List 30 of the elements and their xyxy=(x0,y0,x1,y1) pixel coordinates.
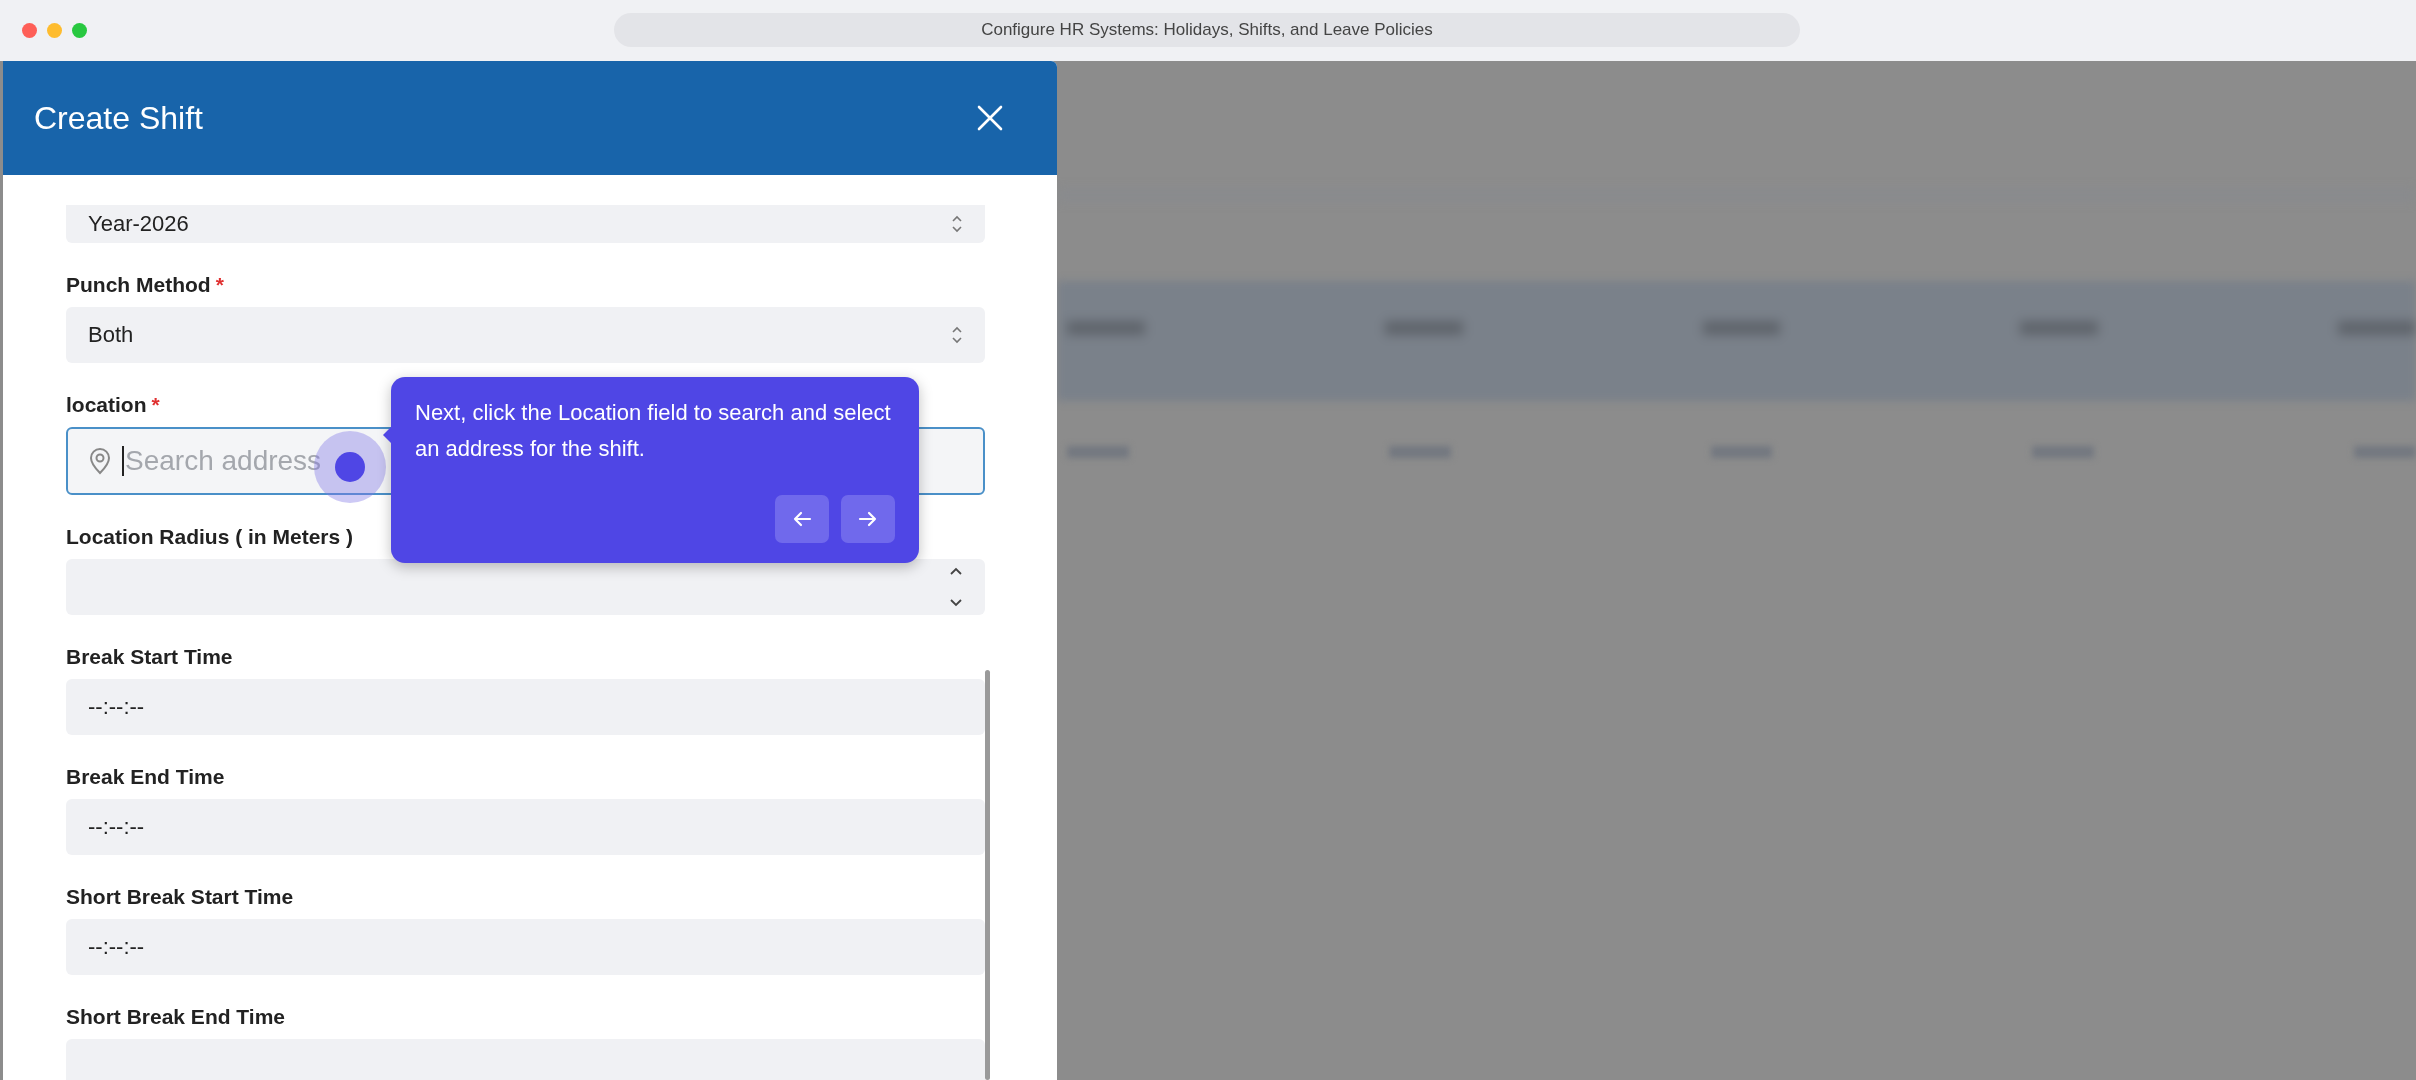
field-label: Punch Method * xyxy=(66,273,224,297)
field-label: location * xyxy=(66,393,160,417)
number-field[interactable] xyxy=(66,559,985,615)
field-label: Break End Time xyxy=(66,765,225,789)
maximize-window-dot[interactable] xyxy=(72,23,87,38)
time-field[interactable]: --:--:-- xyxy=(66,919,985,975)
time-field[interactable]: --:--:-- xyxy=(66,799,985,855)
time-field[interactable] xyxy=(66,1039,985,1080)
dialog-title: Create Shift xyxy=(34,99,203,137)
arrow-right-icon xyxy=(858,511,878,527)
field-label: Short Break End Time xyxy=(66,1005,285,1029)
chevron-up-down-icon xyxy=(951,325,963,345)
next-button[interactable] xyxy=(841,495,895,543)
close-window-dot[interactable] xyxy=(22,23,37,38)
field-label: Location Radius ( in Meters ) xyxy=(66,525,354,549)
field-label: Short Break Start Time xyxy=(66,885,294,909)
spinner-arrows-icon[interactable] xyxy=(949,565,963,609)
time-field[interactable]: --:--:-- xyxy=(66,679,985,735)
minimize-window-dot[interactable] xyxy=(47,23,62,38)
location-pin-icon xyxy=(88,447,112,475)
arrow-left-icon xyxy=(792,511,812,527)
tooltip-text: Next, click the Location field to search and select an address for the shift. xyxy=(415,399,892,463)
close-icon[interactable] xyxy=(977,105,1003,131)
previous-button[interactable] xyxy=(775,495,829,543)
field-label: Break Start Time xyxy=(66,645,233,669)
select-field[interactable]: Year-2026 xyxy=(66,205,985,243)
select-field[interactable]: Both xyxy=(66,307,985,363)
scrollbar[interactable] xyxy=(985,670,990,1080)
window-title: Configure HR Systems: Holidays, Shifts, and Leave Policies xyxy=(614,13,1800,47)
chevron-up-down-icon xyxy=(951,214,963,234)
